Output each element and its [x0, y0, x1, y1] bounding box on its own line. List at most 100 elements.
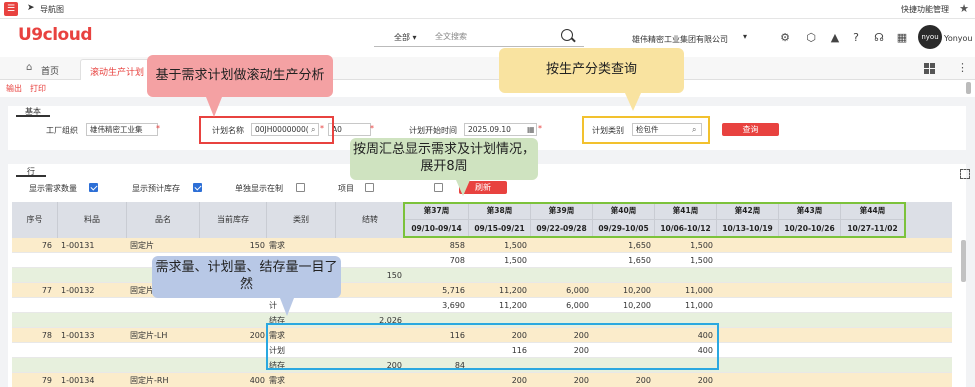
table-row[interactable]: 76 1-00131 固定片 150 需求 858 1,500 1,650 1,500	[12, 238, 952, 253]
cell-item	[61, 343, 127, 358]
nav-title[interactable]: 导航图	[40, 4, 64, 15]
cell-week-value	[717, 358, 775, 373]
cell-week-value	[841, 238, 901, 253]
show-forecast-checkbox[interactable]	[193, 183, 202, 192]
weeks-highlight	[403, 202, 906, 238]
home-icon[interactable]: ⌂	[26, 63, 36, 73]
cube-icon[interactable]: ⬡	[805, 32, 817, 44]
search-input[interactable]: 全文搜索	[435, 31, 580, 45]
cell-week-value	[779, 373, 837, 387]
cell-item: 1-00134	[61, 376, 95, 385]
username[interactable]: Yonyou	[944, 34, 973, 43]
cell-stock: 150	[249, 241, 265, 250]
table-row[interactable]: 计 3,690 11,200 6,000 10,200 11,000	[12, 298, 952, 313]
tab-row[interactable]: 行	[16, 166, 46, 177]
more-options-icon[interactable]: ⋮	[957, 61, 968, 74]
table-scrollbar[interactable]	[961, 240, 966, 282]
tab-label: 滚动生产计划	[90, 68, 145, 78]
chevron-down-icon[interactable]: ▾	[743, 32, 747, 41]
show-wip-checkbox[interactable]	[296, 183, 305, 192]
cell-week-value	[717, 253, 775, 268]
settings-gear-icon[interactable]: ⚙	[779, 32, 791, 44]
cell-week-value	[779, 238, 837, 253]
tab-home[interactable]: 首页	[41, 64, 59, 77]
cell-stock	[200, 298, 265, 313]
col-header-stock: 当前库存	[200, 202, 267, 238]
cell-week-value	[717, 373, 775, 387]
show-demand-checkbox[interactable]	[89, 183, 98, 192]
cell-item	[61, 298, 127, 313]
cell-week-value	[841, 313, 901, 328]
company-selector[interactable]: 雄伟精密工业集团有限公司	[632, 34, 728, 45]
cell-week-value: 200	[697, 376, 713, 385]
cell-week-value	[779, 358, 837, 373]
cell-week-value	[841, 298, 901, 313]
col-header-category: 类别	[267, 202, 336, 238]
search-underline	[374, 46, 584, 47]
project-label: 项目	[338, 184, 354, 193]
cell-item: 1-00133	[61, 331, 95, 340]
cell-week-value	[593, 268, 651, 283]
search-scope-select[interactable]: 全部 ▾	[394, 32, 417, 43]
plan-version-field[interactable]: A0	[328, 123, 371, 136]
shortcut-management-link[interactable]: 快捷功能管理	[901, 4, 949, 15]
output-button[interactable]: 输出	[6, 83, 22, 94]
cell-category: 需求	[269, 241, 285, 250]
callout-arrow	[280, 298, 294, 316]
cell-week-value	[841, 328, 901, 343]
cell-week-value: 1,650	[628, 256, 651, 265]
star-icon[interactable]: ★	[959, 2, 969, 15]
query-button[interactable]: 查询	[722, 123, 779, 136]
expand-icon[interactable]	[960, 169, 970, 179]
cell-week-value	[717, 328, 775, 343]
cell-week-value	[531, 238, 589, 253]
org-field[interactable]: 雄伟精密工业集	[86, 123, 158, 136]
cell-carry	[336, 283, 402, 298]
cell-week-value	[469, 268, 527, 283]
cell-name	[130, 358, 200, 373]
headset-icon[interactable]: ☊	[873, 32, 885, 44]
app-header: U9cloud 全部 ▾ 全文搜索 雄伟精密工业集团有限公司 ▾ ⚙ ⬡ ▲ ?…	[0, 19, 975, 57]
table-row[interactable]: 79 1-00134 固定片-RH 400 需求 200 200 200 200	[12, 373, 952, 387]
logo: U9cloud	[18, 25, 93, 45]
calendar-icon[interactable]: ▦	[896, 32, 908, 44]
cell-seq	[12, 298, 52, 313]
cell-week-value	[841, 253, 901, 268]
callout-arrow	[625, 93, 641, 111]
cell-seq	[12, 358, 52, 373]
apps-grid-icon[interactable]	[924, 63, 935, 74]
calendar-icon[interactable]: ▦	[527, 125, 535, 134]
cell-week-value	[779, 298, 837, 313]
show-wip-label: 单独显示在制	[235, 184, 283, 193]
cell-seq	[12, 313, 52, 328]
cell-name: 固定片-LH	[130, 331, 168, 340]
cell-week-value: 1,500	[690, 241, 713, 250]
cell-week-value	[405, 268, 465, 283]
cell-name: 固定片-RH	[130, 376, 169, 385]
tab-basic[interactable]: 基本	[16, 106, 50, 117]
project-checkbox-2[interactable]	[434, 183, 443, 192]
cell-week-value	[531, 253, 589, 268]
cell-carry	[336, 373, 402, 387]
cell-seq: 76	[41, 241, 52, 250]
callout-rolling-plan: 基于需求计划做滚动生产分析	[147, 55, 333, 97]
cell-week-value	[779, 343, 837, 358]
menu-icon[interactable]: ☰	[4, 2, 18, 16]
search-icon[interactable]	[561, 29, 573, 41]
col-header-carry: 结转	[336, 202, 405, 238]
cell-seq: 79	[41, 376, 52, 385]
project-checkbox[interactable]	[365, 183, 374, 192]
cell-carry	[336, 253, 402, 268]
page-scrollbar[interactable]	[966, 82, 971, 94]
cell-carry: 150	[386, 271, 402, 280]
graduation-cap-icon[interactable]: ▲	[829, 32, 841, 44]
cell-week-value	[717, 343, 775, 358]
cell-item	[61, 268, 127, 283]
cell-seq	[12, 253, 52, 268]
cell-name: 固定片	[130, 241, 154, 250]
cell-week-value: 10,200	[623, 286, 651, 295]
help-icon[interactable]: ?	[850, 32, 862, 44]
avatar[interactable]: nyou	[918, 25, 942, 49]
print-button[interactable]: 打印	[30, 83, 46, 94]
cell-item: 1-00132	[61, 286, 95, 295]
